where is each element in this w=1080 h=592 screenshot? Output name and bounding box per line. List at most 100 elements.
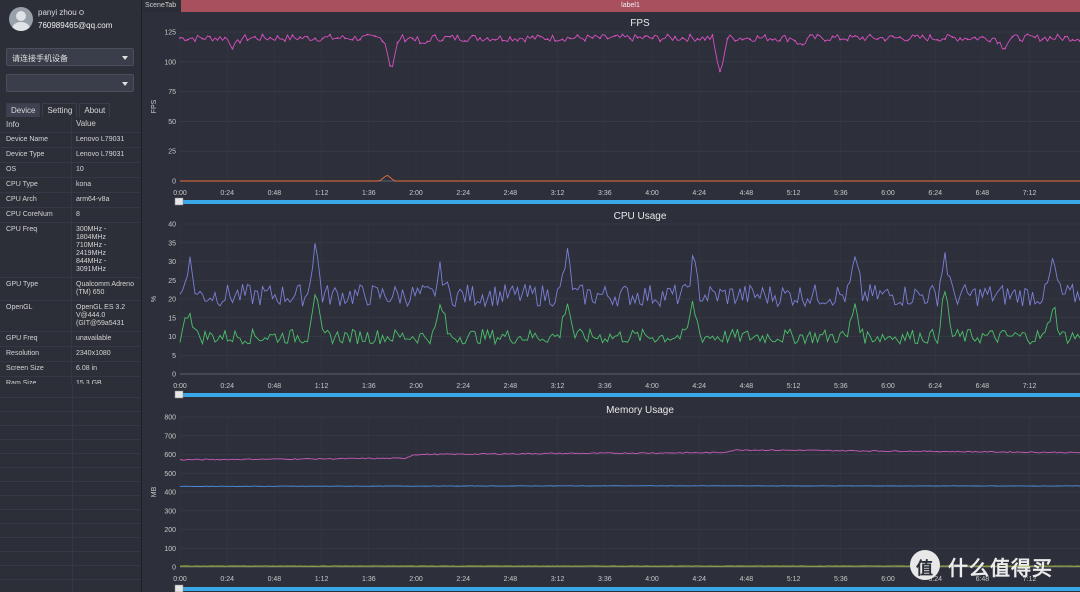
x-tick-label: 1:12 <box>315 383 329 390</box>
info-key: GPU Type <box>0 278 72 300</box>
data-point <box>681 36 684 39</box>
info-value: 6.08 in <box>76 365 98 372</box>
data-point <box>209 35 211 38</box>
x-tick-label: 3:36 <box>598 190 612 197</box>
data-point <box>809 34 811 37</box>
data-point <box>351 38 354 41</box>
y-tick-label: 700 <box>164 433 176 440</box>
y-tick-label: 300 <box>164 508 176 515</box>
empty-table-rows <box>0 384 141 592</box>
data-point <box>644 35 646 38</box>
tab-device[interactable]: Device <box>6 103 41 117</box>
data-point <box>794 39 796 42</box>
data-point <box>801 43 804 46</box>
x-tick-label: 2:00 <box>409 190 423 197</box>
data-point <box>944 38 946 40</box>
info-value: 300MHz - 1804MHz 710MHz - 2419MHz 844MHz… <box>76 226 107 273</box>
top-bar: SceneTab label1 <box>142 0 1080 12</box>
series-line <box>180 174 1080 182</box>
x-tick-label: 5:12 <box>787 383 801 390</box>
secondary-select[interactable] <box>6 74 134 92</box>
x-tick-label: 2:24 <box>456 190 470 197</box>
data-point <box>666 33 669 36</box>
sidebar: panyi zhou 760989465@qq.com 请连接手机设备 Devi… <box>0 0 142 592</box>
x-tick-label: 0:00 <box>173 576 187 583</box>
x-tick-label: 1:36 <box>362 576 376 583</box>
data-point <box>1071 38 1074 41</box>
data-point <box>711 34 714 36</box>
data-point <box>741 38 744 41</box>
data-point <box>471 34 474 37</box>
data-point <box>284 40 286 42</box>
device-select-value: 请连接手机设备 <box>12 54 68 63</box>
data-point <box>921 34 924 37</box>
avatar[interactable] <box>9 7 33 31</box>
data-point <box>224 36 226 39</box>
x-tick-label: 3:12 <box>551 190 565 197</box>
y-tick-label: 50 <box>168 119 176 126</box>
x-tick-label: 0:00 <box>173 190 187 197</box>
data-point <box>786 40 789 43</box>
data-point <box>216 39 219 41</box>
device-select[interactable]: 请连接手机设备 <box>6 48 134 66</box>
data-point <box>756 35 759 38</box>
data-point <box>734 40 736 42</box>
data-point <box>434 34 436 36</box>
data-point <box>816 33 819 36</box>
data-point <box>771 39 774 41</box>
data-point <box>261 33 264 36</box>
data-point <box>1041 38 1044 41</box>
y-axis-label: % <box>151 296 158 302</box>
table-row: OpenGL OpenGL ES 3.2 V@444.0 (GIT@59a5431 <box>0 301 141 332</box>
x-tick-label: 0:00 <box>173 383 187 390</box>
data-point <box>531 35 534 38</box>
data-point <box>996 42 999 45</box>
scrollbar-handle[interactable] <box>174 584 184 592</box>
x-tick-label: 2:24 <box>456 383 470 390</box>
data-point <box>299 36 301 39</box>
data-point <box>824 40 826 42</box>
x-tick-label: 4:00 <box>645 576 659 583</box>
data-point <box>456 34 459 37</box>
table-row: CPU Freq 300MHz - 1804MHz 710MHz - 2419MH… <box>0 223 141 278</box>
scrollbar-handle[interactable] <box>174 197 184 206</box>
x-tick-label: 1:36 <box>362 383 376 390</box>
data-point <box>606 37 609 40</box>
tab-about[interactable]: About <box>79 103 111 117</box>
x-tick-label: 5:36 <box>834 576 848 583</box>
data-point <box>651 37 654 40</box>
data-point <box>179 37 181 39</box>
x-tick-label: 0:24 <box>220 383 234 390</box>
y-tick-label: 5 <box>172 353 176 360</box>
info-value: Qualcomm Adreno (TM) 650 <box>76 281 134 296</box>
data-point <box>876 38 879 40</box>
table-row: Resolution 2340x1080 <box>0 347 141 362</box>
table-row: GPU Type Qualcomm Adreno (TM) 650 <box>0 278 141 301</box>
label-tab[interactable]: label1 <box>181 0 1080 12</box>
user-profile[interactable]: panyi zhou 760989465@qq.com <box>0 0 142 38</box>
y-tick-label: 20 <box>168 297 176 304</box>
timeline-scrollbar[interactable] <box>176 200 1080 204</box>
table-row: CPU CoreNum 8 <box>0 208 141 223</box>
data-point <box>276 35 279 37</box>
y-tick-label: 200 <box>164 527 176 534</box>
timeline-scrollbar[interactable] <box>176 587 1080 591</box>
tab-setting[interactable]: Setting <box>42 103 78 117</box>
table-row: Device Type Lenovo L79031 <box>0 148 141 163</box>
data-point <box>411 37 414 40</box>
charts-area: FPS0255075100125FPS0:00 0:24 0:48 1:12 1:36 2… <box>151 18 1080 592</box>
timeline-scrollbar[interactable] <box>176 393 1080 397</box>
data-point <box>884 39 886 42</box>
data-point <box>914 35 916 37</box>
data-point <box>591 37 594 39</box>
x-tick-label: 2:24 <box>456 576 470 583</box>
data-point <box>239 41 241 44</box>
data-point <box>329 33 331 36</box>
scrollbar-handle[interactable] <box>174 390 184 399</box>
scene-tab[interactable]: SceneTab <box>142 0 181 12</box>
table-row: CPU Arch arm64-v8a <box>0 193 141 208</box>
x-tick-label: 0:48 <box>268 576 282 583</box>
table-row: Device Name Lenovo L79031 <box>0 133 141 148</box>
y-tick-label: 30 <box>168 259 176 266</box>
table-row: GPU Freq unavailable <box>0 332 141 347</box>
